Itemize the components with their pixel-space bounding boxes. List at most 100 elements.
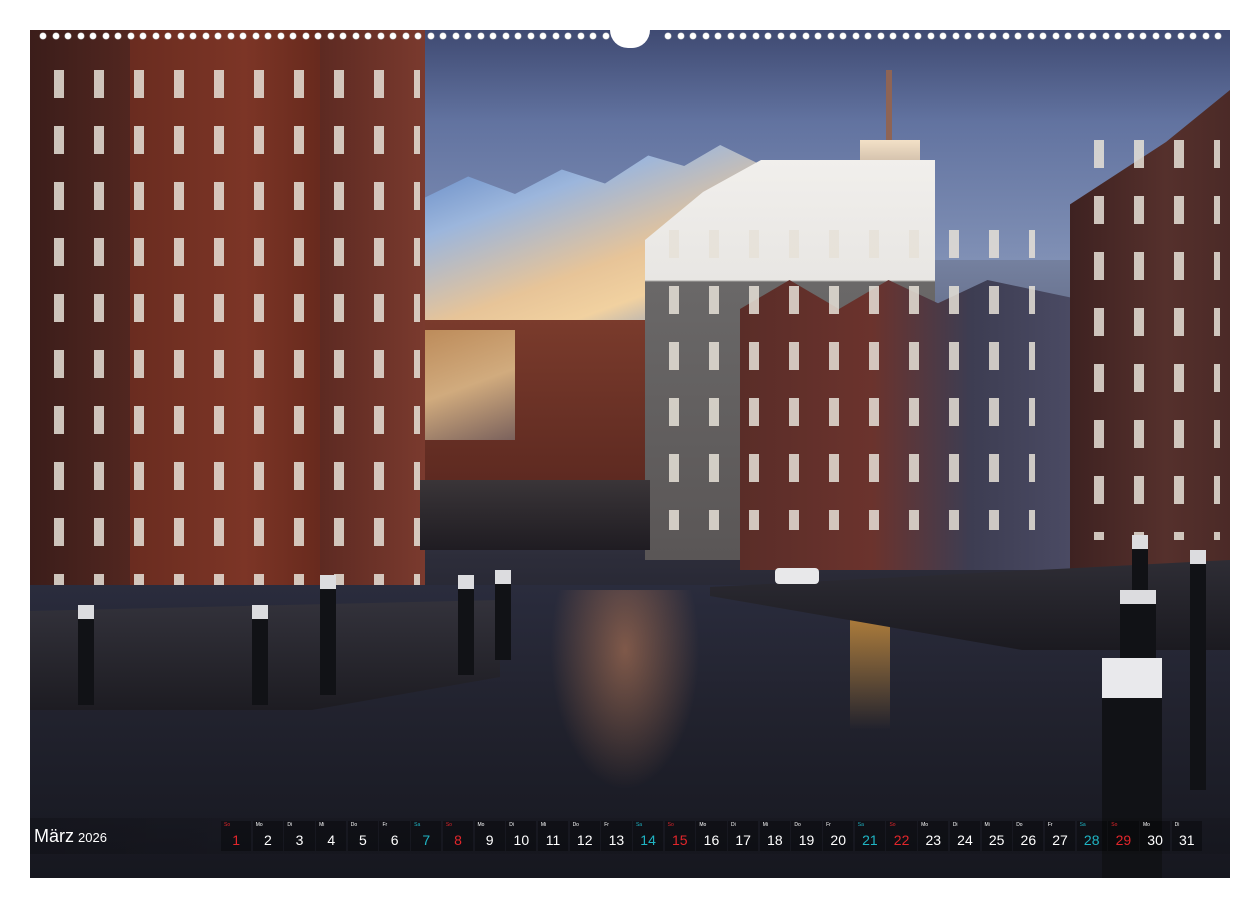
binding-hole [1202,33,1209,39]
binding-hole [702,33,709,39]
day-number: 13 [608,832,625,848]
day-cell: Do 19 [791,821,822,851]
binding-hole [40,33,46,39]
binding-hole [490,33,496,39]
binding-hole [1190,33,1196,39]
day-number: 26 [1020,832,1037,848]
binding-hole [777,33,784,39]
day-cell: Do 12 [569,821,600,851]
weekday-label: Sa [635,822,643,828]
binding-hole [727,33,734,39]
day-number: 28 [1083,832,1100,848]
binding-hole [977,33,984,39]
binding-hole [240,33,246,39]
weekday-label: Do [794,822,801,828]
weekday-label: So [1111,822,1118,828]
day-number: 6 [390,832,399,848]
binding-hole [1215,33,1221,39]
day-number: 22 [893,832,910,848]
weekday-label: Di [731,822,736,828]
day-number: 8 [454,832,462,848]
binding-hole [1040,33,1046,39]
binding-hole [852,33,859,39]
weekday-label: Mo [477,822,485,828]
binding-hole [102,33,109,39]
binding-hole [452,33,459,39]
binding-hole [990,33,996,39]
binding-hole [415,33,421,39]
weekday-label: Di [509,822,514,828]
binding-hole [340,33,346,39]
binding-hole [1177,33,1184,39]
day-number: 18 [767,832,783,848]
day-cell: Mi 18 [759,821,790,851]
day-number: 1 [232,832,241,848]
day-number: 5 [359,832,367,848]
day-cell: Di 24 [949,821,981,851]
canal-bridge [420,480,650,550]
weekday-label: Mi [984,822,990,828]
binding-hole [390,33,396,39]
binding-hole [565,33,571,39]
month-label: März 2026 [34,826,107,847]
binding-hole [740,33,746,39]
binding-hole [165,33,171,39]
day-number: 7 [422,832,431,848]
day-number: 29 [1115,832,1132,848]
binding-hole [315,33,321,39]
weekday-label: Mi [319,822,325,828]
mooring-pile [78,605,94,705]
day-number: 10 [513,832,530,848]
binding-hole [890,33,896,39]
day-cell: Di 31 [1171,821,1202,851]
day-number: 25 [988,832,1005,848]
weekday-label: Di [952,822,958,828]
weekday-label: Fr [604,822,609,828]
day-number: 31 [1178,832,1195,848]
weekday-label: Fr [1047,822,1053,828]
weekday-label: Sa [857,822,864,828]
binding-hole [715,33,721,39]
binding-hole [952,33,959,39]
day-cell: Di 17 [728,821,759,851]
day-cell: So 15 [664,821,695,851]
binding-hole [827,33,834,39]
binding-hole [1127,33,1134,39]
binding-hole [140,33,146,39]
binding-hole [227,33,234,39]
binding-hole [202,33,209,39]
binding-hole [465,33,471,39]
day-cell: Fr 27 [1044,821,1076,851]
weekday-label: Mi [540,822,547,828]
binding-hole [115,33,121,39]
binding-hole [190,33,196,39]
binding-hole [540,33,546,39]
binding-hole [65,33,71,39]
binding-hole [277,33,284,39]
day-number: 16 [703,832,720,848]
day-number: 23 [925,832,942,848]
binding-hole [177,33,184,39]
binding-hole [1140,33,1146,39]
binding-hole [765,33,771,39]
weekday-label: Do [572,822,579,828]
binding-hole [1102,33,1109,39]
day-cell: Sa 7 [411,821,442,851]
day-cell: Mi 11 [537,821,569,851]
day-cell: Mo 16 [696,821,727,851]
day-cell: Mo 2 [252,821,283,851]
mooring-pile [320,575,336,695]
binding-hole [1065,33,1071,39]
binding-hole [915,33,921,39]
binding-hole [477,33,484,39]
binding-hole [1052,33,1059,39]
weekday-label: Mo [921,822,929,828]
weekday-label: Fr [382,822,388,828]
weekday-label: Mo [1142,822,1150,828]
binding-hole [365,33,371,39]
day-number: 30 [1147,832,1163,848]
binding-hole [815,33,821,39]
binding-hole [965,33,971,39]
day-cell: So 29 [1108,821,1139,851]
day-number: 20 [830,832,846,848]
